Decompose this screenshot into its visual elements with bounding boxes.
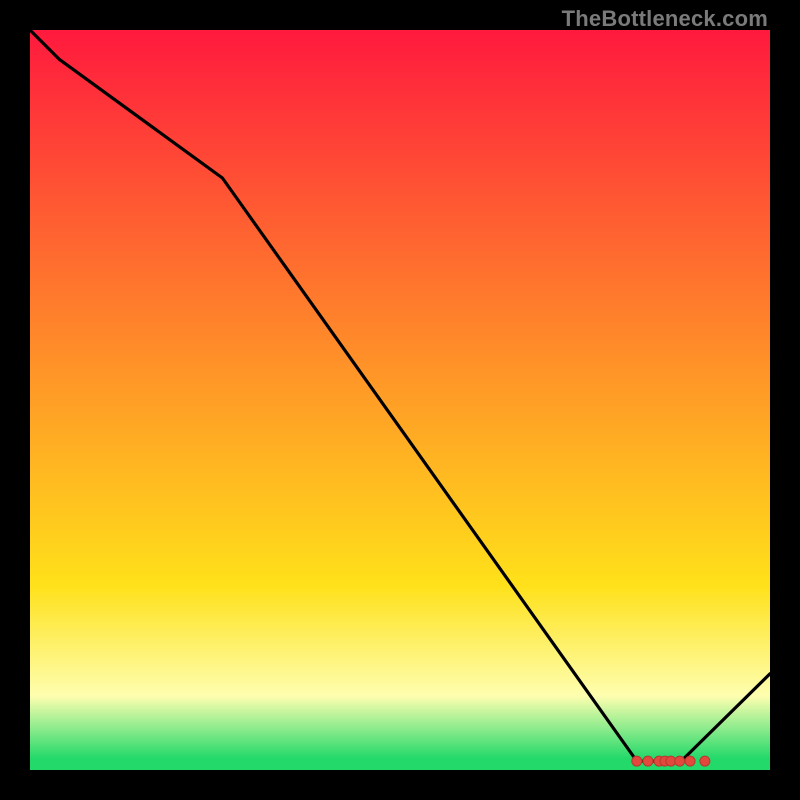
data-marker <box>643 756 653 766</box>
bottleneck-curve <box>30 30 770 761</box>
chart-frame: TheBottleneck.com <box>0 0 800 800</box>
marker-group <box>632 756 710 766</box>
data-marker <box>675 756 685 766</box>
plot-area <box>30 30 770 770</box>
data-marker <box>685 756 695 766</box>
data-marker <box>632 756 642 766</box>
curve-layer <box>30 30 770 770</box>
watermark-text: TheBottleneck.com <box>562 6 768 32</box>
data-marker <box>700 756 710 766</box>
